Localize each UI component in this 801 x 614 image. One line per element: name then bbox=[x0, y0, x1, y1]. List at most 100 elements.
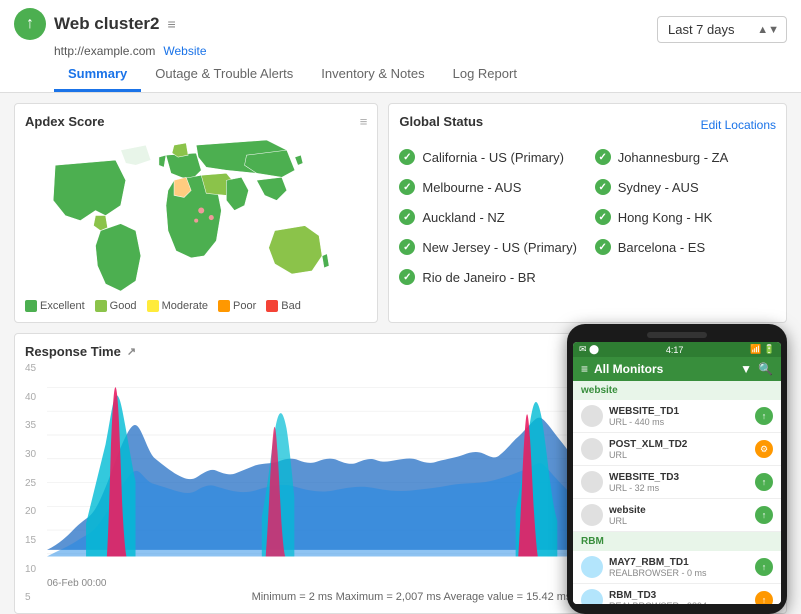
site-url-text: http://example.com bbox=[54, 44, 155, 58]
phone-time: 4:17 bbox=[666, 345, 684, 355]
site-link[interactable]: Website bbox=[163, 44, 206, 58]
apdex-title-row: Apdex Score ≡ bbox=[25, 114, 367, 129]
location-sydney: Sydney - AUS bbox=[595, 179, 776, 195]
list-item-rbm-td1[interactable]: MAY7_RBM_TD1 REALBROWSER - 0 ms ↑ bbox=[573, 551, 781, 584]
tab-summary[interactable]: Summary bbox=[54, 58, 141, 92]
monitor-icon-3 bbox=[581, 471, 603, 493]
header-top: ↑ Web cluster2 ≡ bbox=[14, 8, 531, 40]
item-text-2: POST_XLM_TD2 URL bbox=[609, 439, 749, 460]
legend-bad: Bad bbox=[266, 300, 301, 312]
item-name-2: POST_XLM_TD2 bbox=[609, 439, 749, 450]
list-item-website[interactable]: website URL ↑ bbox=[573, 499, 781, 532]
mobile-overlay: ✉ ⬤ 4:17 📶 🔋 ≡ All Monitors ▼ 🔍 website bbox=[567, 324, 787, 614]
phone-screen: ✉ ⬤ 4:17 📶 🔋 ≡ All Monitors ▼ 🔍 website bbox=[573, 342, 781, 604]
location-name-california: California - US (Primary) bbox=[422, 150, 564, 165]
list-item-post-xlm[interactable]: POST_XLM_TD2 URL ⚙ bbox=[573, 433, 781, 466]
poor-label: Poor bbox=[233, 300, 256, 312]
y-axis-labels: 45 40 35 30 25 20 15 10 5 bbox=[25, 363, 47, 603]
location-name-barcelona: Barcelona - ES bbox=[618, 240, 705, 255]
location-auckland: Auckland - NZ bbox=[399, 209, 580, 225]
legend-moderate: Moderate bbox=[147, 300, 208, 312]
date-range-select[interactable]: Last 7 days Last 24 hours Last 30 days bbox=[657, 16, 787, 43]
phone-section-website: website bbox=[573, 381, 781, 400]
legend-good: Good bbox=[95, 300, 137, 312]
tab-inventory[interactable]: Inventory & Notes bbox=[307, 58, 438, 92]
bad-label: Bad bbox=[281, 300, 301, 312]
badge-4: ↑ bbox=[755, 506, 773, 524]
monitor-icon-1 bbox=[581, 405, 603, 427]
item-name-4: website bbox=[609, 505, 749, 516]
main-content: Apdex Score ≡ bbox=[0, 93, 801, 605]
phone-signal-icons: 📶 🔋 bbox=[750, 344, 775, 355]
monitor-icon-5 bbox=[581, 556, 603, 578]
item-sub-6: REALBROWSER - 9894 ms bbox=[609, 601, 749, 605]
legend-excellent: Excellent bbox=[25, 300, 85, 312]
phone-section-rbm: RBM bbox=[573, 532, 781, 551]
phone-status-icons: ✉ ⬤ bbox=[579, 344, 599, 355]
status-dot-newjersey bbox=[399, 239, 415, 255]
item-sub-3: URL - 32 ms bbox=[609, 483, 749, 493]
item-name-3: WEBSITE_TD3 bbox=[609, 472, 749, 483]
status-dot-barcelona bbox=[595, 239, 611, 255]
item-name-6: RBM_TD3 bbox=[609, 590, 749, 601]
edit-locations-link[interactable]: Edit Locations bbox=[701, 118, 776, 132]
external-link-icon[interactable]: ↗ bbox=[127, 345, 136, 358]
apdex-panel: Apdex Score ≡ bbox=[14, 103, 378, 323]
badge-1: ↑ bbox=[755, 407, 773, 425]
good-label: Good bbox=[110, 300, 137, 312]
status-dot-sydney bbox=[595, 179, 611, 195]
badge-3: ↑ bbox=[755, 473, 773, 491]
apdex-title: Apdex Score bbox=[25, 114, 104, 129]
tab-outage[interactable]: Outage & Trouble Alerts bbox=[141, 58, 307, 92]
badge-6: ↑ bbox=[755, 591, 773, 604]
list-item-website-td3[interactable]: WEBSITE_TD3 URL - 32 ms ↑ bbox=[573, 466, 781, 499]
item-sub-2: URL bbox=[609, 450, 749, 460]
up-icon: ↑ bbox=[26, 15, 34, 33]
item-text-3: WEBSITE_TD3 URL - 32 ms bbox=[609, 472, 749, 493]
global-status-header: Global Status Edit Locations bbox=[399, 114, 776, 135]
location-name-rio: Rio de Janeiro - BR bbox=[422, 270, 535, 285]
excellent-color bbox=[25, 300, 37, 312]
status-dot-johannesburg bbox=[595, 149, 611, 165]
phone-toolbar: ≡ All Monitors ▼ 🔍 bbox=[573, 357, 781, 381]
site-title: Web cluster2 bbox=[54, 14, 160, 34]
monitor-icon-6 bbox=[581, 589, 603, 604]
item-text-1: WEBSITE_TD1 URL - 440 ms bbox=[609, 406, 749, 427]
dropdown-icon[interactable]: ▼ bbox=[740, 362, 752, 376]
location-name-johannesburg: Johannesburg - ZA bbox=[618, 150, 729, 165]
date-range-wrapper: Last 7 days Last 24 hours Last 30 days ▲… bbox=[657, 16, 787, 43]
search-icon[interactable]: 🔍 bbox=[758, 362, 773, 376]
item-sub-5: REALBROWSER - 0 ms bbox=[609, 568, 749, 578]
item-name-5: MAY7_RBM_TD1 bbox=[609, 557, 749, 568]
location-name-hongkong: Hong Kong - HK bbox=[618, 210, 713, 225]
phone-toolbar-title: All Monitors bbox=[594, 362, 734, 376]
global-status-panel: Global Status Edit Locations California … bbox=[388, 103, 787, 323]
bottom-row: Response Time ↗ 45 40 35 30 25 20 15 10 … bbox=[14, 333, 787, 614]
location-name-melbourne: Melbourne - AUS bbox=[422, 180, 521, 195]
header-right: Last 7 days Last 24 hours Last 30 days ▲… bbox=[657, 16, 787, 43]
good-color bbox=[95, 300, 107, 312]
world-map bbox=[25, 135, 367, 296]
location-hongkong: Hong Kong - HK bbox=[595, 209, 776, 225]
moderate-color bbox=[147, 300, 159, 312]
location-rio: Rio de Janeiro - BR bbox=[399, 269, 580, 285]
menu-icon[interactable]: ≡ bbox=[168, 16, 176, 32]
location-california: California - US (Primary) bbox=[399, 149, 580, 165]
status-dot-california bbox=[399, 149, 415, 165]
item-text-4: website URL bbox=[609, 505, 749, 526]
phone-frame: ✉ ⬤ 4:17 📶 🔋 ≡ All Monitors ▼ 🔍 website bbox=[567, 324, 787, 614]
header-left: ↑ Web cluster2 ≡ http://example.com Webs… bbox=[14, 8, 531, 92]
location-barcelona: Barcelona - ES bbox=[595, 239, 776, 255]
panel-menu-icon[interactable]: ≡ bbox=[360, 114, 368, 129]
hamburger-icon[interactable]: ≡ bbox=[581, 362, 588, 376]
status-dot-rio bbox=[399, 269, 415, 285]
item-sub-1: URL - 440 ms bbox=[609, 417, 749, 427]
phone-notch bbox=[647, 332, 707, 338]
legend-poor: Poor bbox=[218, 300, 256, 312]
list-item-website-td1[interactable]: WEBSITE_TD1 URL - 440 ms ↑ bbox=[573, 400, 781, 433]
logo-circle: ↑ bbox=[14, 8, 46, 40]
status-dot-hongkong bbox=[595, 209, 611, 225]
list-item-rbm-td3[interactable]: RBM_TD3 REALBROWSER - 9894 ms ↑ bbox=[573, 584, 781, 604]
tab-log[interactable]: Log Report bbox=[439, 58, 531, 92]
bad-color bbox=[266, 300, 278, 312]
